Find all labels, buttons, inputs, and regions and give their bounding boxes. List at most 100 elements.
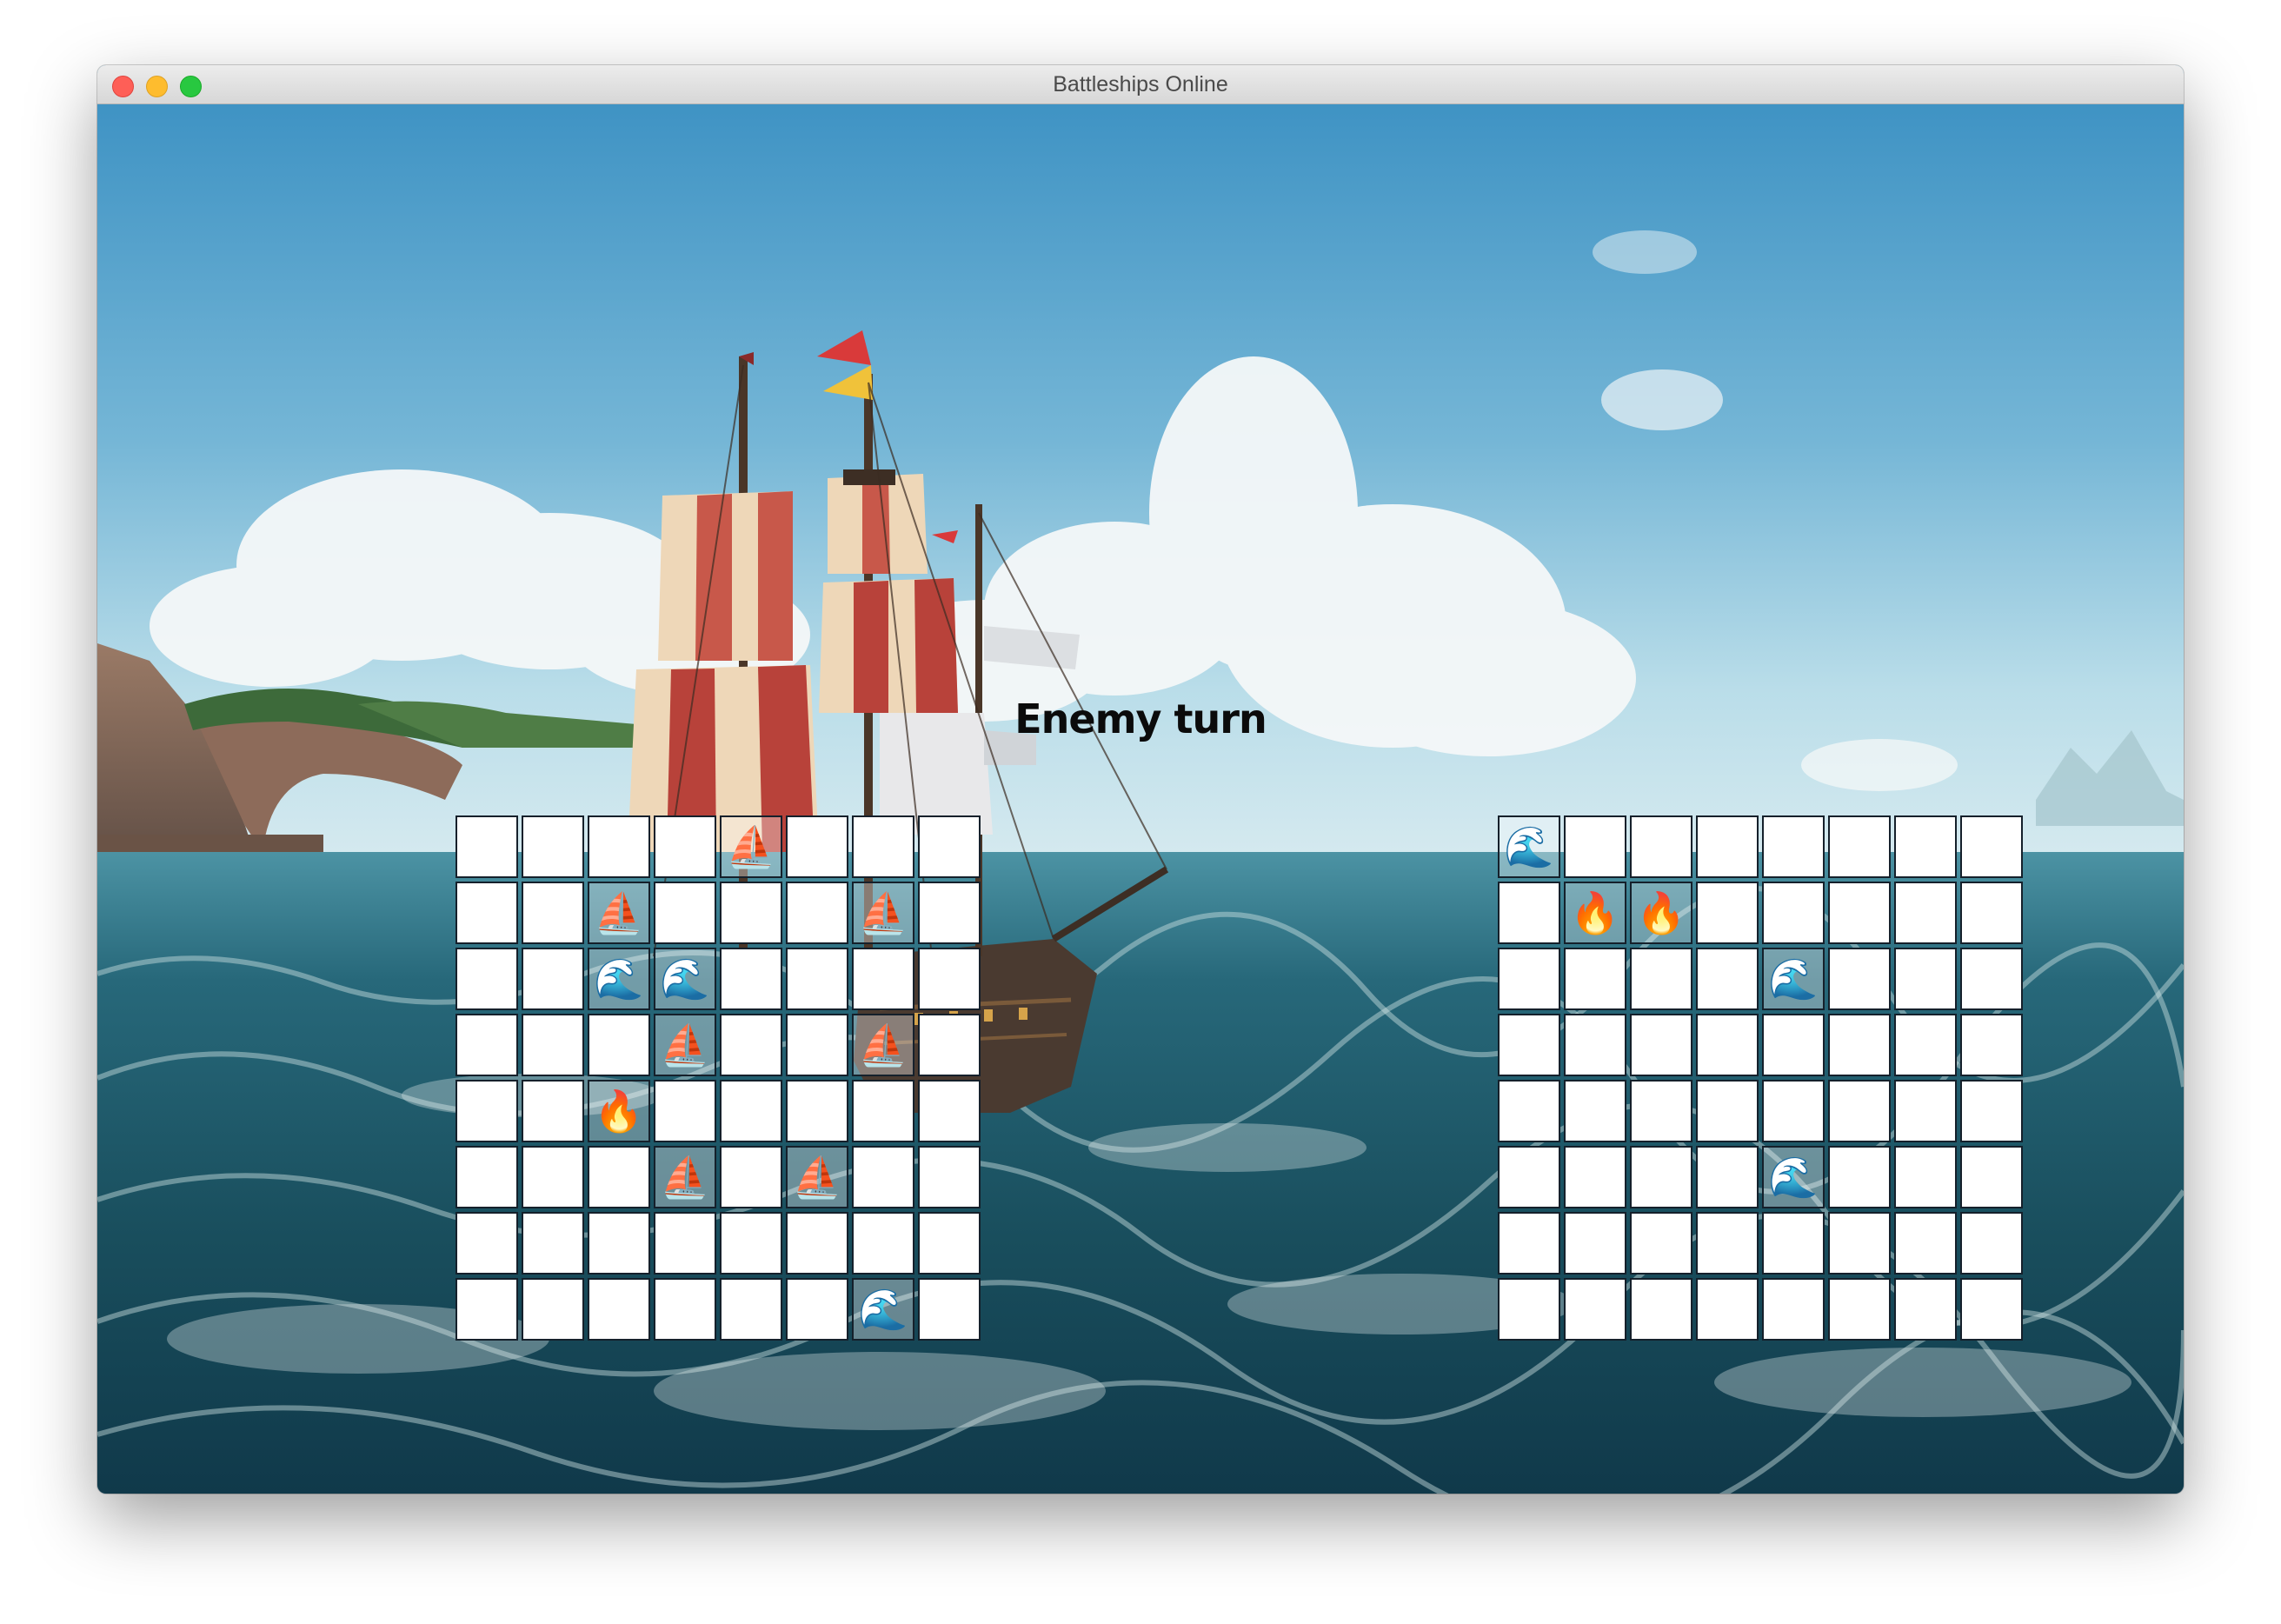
enemy-board-cell[interactable]: 🔥 bbox=[1630, 882, 1692, 944]
player-board-cell bbox=[588, 1212, 650, 1275]
enemy-board-cell[interactable] bbox=[1498, 1278, 1560, 1341]
enemy-board-cell[interactable] bbox=[1894, 815, 1957, 878]
enemy-board-cell[interactable] bbox=[1696, 1212, 1759, 1275]
enemy-board-cell[interactable] bbox=[1498, 1014, 1560, 1076]
enemy-board-cell[interactable] bbox=[1498, 1146, 1560, 1208]
enemy-board-cell[interactable] bbox=[1960, 815, 2023, 878]
player-board-cell bbox=[456, 948, 518, 1010]
enemy-board-cell[interactable] bbox=[1960, 1014, 2023, 1076]
player-board-cell: ⛵ bbox=[588, 882, 650, 944]
player-board-cell: ⛵ bbox=[654, 1014, 716, 1076]
enemy-board-cell[interactable] bbox=[1894, 1146, 1957, 1208]
enemy-board-cell[interactable] bbox=[1564, 1080, 1626, 1142]
enemy-board-cell[interactable] bbox=[1894, 1014, 1957, 1076]
player-board-cell bbox=[786, 1278, 848, 1341]
sailboat-icon: ⛵ bbox=[594, 889, 644, 936]
enemy-board-cell[interactable] bbox=[1828, 1278, 1891, 1341]
player-board-cell bbox=[918, 1080, 981, 1142]
enemy-board-cell[interactable] bbox=[1894, 1080, 1957, 1142]
enemy-board-cell[interactable] bbox=[1762, 1278, 1825, 1341]
player-board-cell bbox=[654, 1212, 716, 1275]
enemy-board-cell[interactable] bbox=[1894, 882, 1957, 944]
enemy-board-cell[interactable] bbox=[1564, 1212, 1626, 1275]
player-board-cell: ⛵ bbox=[720, 815, 782, 878]
player-board-cell bbox=[456, 1278, 518, 1341]
enemy-board-cell[interactable] bbox=[1960, 948, 2023, 1010]
player-board-cell bbox=[852, 1212, 914, 1275]
enemy-board-cell[interactable] bbox=[1960, 1146, 2023, 1208]
enemy-board-cell[interactable]: 🌊 bbox=[1762, 948, 1825, 1010]
player-board-cell bbox=[786, 948, 848, 1010]
enemy-board-cell[interactable] bbox=[1828, 948, 1891, 1010]
player-board-cell bbox=[588, 1146, 650, 1208]
enemy-board-cell[interactable] bbox=[1828, 815, 1891, 878]
enemy-board-cell[interactable] bbox=[1762, 882, 1825, 944]
enemy-board-cell[interactable] bbox=[1630, 1212, 1692, 1275]
enemy-board-cell[interactable] bbox=[1564, 948, 1626, 1010]
enemy-board-cell[interactable] bbox=[1960, 1080, 2023, 1142]
enemy-board-cell[interactable] bbox=[1828, 1014, 1891, 1076]
enemy-board-cell[interactable] bbox=[1696, 882, 1759, 944]
enemy-board-cell[interactable] bbox=[1498, 882, 1560, 944]
enemy-board-cell[interactable] bbox=[1894, 948, 1957, 1010]
enemy-board-cell[interactable] bbox=[1696, 1146, 1759, 1208]
enemy-board-cell[interactable] bbox=[1762, 1212, 1825, 1275]
player-board-cell bbox=[720, 1080, 782, 1142]
player-board-cell bbox=[720, 882, 782, 944]
enemy-board-cell[interactable] bbox=[1762, 815, 1825, 878]
enemy-board-cell[interactable] bbox=[1696, 1080, 1759, 1142]
sailboat-icon: ⛵ bbox=[858, 1022, 908, 1068]
sailboat-icon: ⛵ bbox=[858, 889, 908, 936]
enemy-board-cell[interactable] bbox=[1498, 1080, 1560, 1142]
enemy-board-cell[interactable] bbox=[1564, 1146, 1626, 1208]
enemy-board-cell[interactable] bbox=[1828, 882, 1891, 944]
enemy-board-cell[interactable] bbox=[1564, 815, 1626, 878]
enemy-board-cell[interactable] bbox=[1564, 1278, 1626, 1341]
player-board-cell bbox=[654, 1278, 716, 1341]
player-board-cell bbox=[588, 815, 650, 878]
enemy-board-cell[interactable] bbox=[1828, 1080, 1891, 1142]
enemy-board-cell[interactable]: 🌊 bbox=[1762, 1146, 1825, 1208]
enemy-board-cell[interactable] bbox=[1894, 1212, 1957, 1275]
enemy-board-cell[interactable]: 🌊 bbox=[1498, 815, 1560, 878]
player-board-cell bbox=[522, 815, 584, 878]
player-board-cell bbox=[720, 1212, 782, 1275]
enemy-board-cell[interactable] bbox=[1762, 1080, 1825, 1142]
player-board-cell bbox=[786, 1080, 848, 1142]
enemy-board-cell[interactable] bbox=[1696, 1278, 1759, 1341]
sailboat-icon: ⛵ bbox=[792, 1154, 842, 1201]
enemy-board-cell[interactable] bbox=[1762, 1014, 1825, 1076]
enemy-board-cell[interactable] bbox=[1630, 815, 1692, 878]
player-board-cell bbox=[852, 948, 914, 1010]
enemy-board-cell[interactable] bbox=[1630, 1014, 1692, 1076]
player-board-cell bbox=[720, 1014, 782, 1076]
enemy-board-cell[interactable] bbox=[1894, 1278, 1957, 1341]
enemy-board-cell[interactable] bbox=[1696, 815, 1759, 878]
enemy-board-cell[interactable] bbox=[1828, 1212, 1891, 1275]
player-board-cell bbox=[522, 1146, 584, 1208]
enemy-board-cell[interactable] bbox=[1696, 948, 1759, 1010]
enemy-board-cell[interactable] bbox=[1630, 948, 1692, 1010]
enemy-board-cell[interactable] bbox=[1696, 1014, 1759, 1076]
player-board-cell bbox=[720, 1278, 782, 1341]
wave-icon: 🌊 bbox=[1768, 1154, 1819, 1201]
player-board-cell bbox=[654, 1080, 716, 1142]
enemy-board-cell[interactable] bbox=[1498, 1212, 1560, 1275]
enemy-board-cell[interactable] bbox=[1828, 1146, 1891, 1208]
player-board-cell bbox=[786, 882, 848, 944]
enemy-board-cell[interactable] bbox=[1564, 1014, 1626, 1076]
enemy-board-cell[interactable] bbox=[1630, 1278, 1692, 1341]
player-board-cell: 🌊 bbox=[654, 948, 716, 1010]
enemy-board-cell[interactable] bbox=[1960, 882, 2023, 944]
player-board-cell: 🔥 bbox=[588, 1080, 650, 1142]
player-board-cell bbox=[720, 1146, 782, 1208]
player-board-cell bbox=[918, 1014, 981, 1076]
enemy-board-cell[interactable] bbox=[1630, 1080, 1692, 1142]
sailboat-icon: ⛵ bbox=[660, 1022, 710, 1068]
enemy-board-cell[interactable] bbox=[1960, 1278, 2023, 1341]
enemy-board-cell[interactable] bbox=[1498, 948, 1560, 1010]
player-board-cell bbox=[522, 1014, 584, 1076]
enemy-board-cell[interactable] bbox=[1960, 1212, 2023, 1275]
enemy-board-cell[interactable] bbox=[1630, 1146, 1692, 1208]
enemy-board-cell[interactable]: 🔥 bbox=[1564, 882, 1626, 944]
